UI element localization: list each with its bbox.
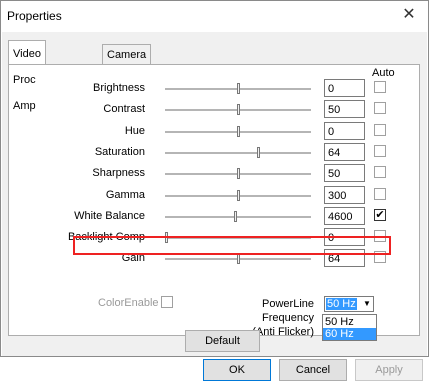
slider-thumb[interactable] [236, 83, 240, 94]
property-label: Sharpness [92, 167, 145, 180]
powerline-selected-value: 50 Hz [326, 298, 357, 310]
colorenable-label: ColorEnable [98, 297, 159, 309]
auto-checkbox[interactable] [374, 102, 386, 115]
property-row: White Balance 4600 ✔ [2, 206, 422, 227]
property-row: Contrast 50 [2, 100, 422, 120]
title-bar: Properties ✕ [1, 1, 428, 31]
window-title: Properties [7, 9, 62, 23]
property-row: Brightness 0 [2, 79, 422, 99]
property-label: White Balance [74, 209, 145, 222]
dropdown-option-50hz[interactable]: 50 Hz [323, 316, 376, 328]
property-label: Gamma [105, 188, 145, 201]
slider-thumb[interactable] [256, 146, 260, 158]
apply-button[interactable]: Apply [355, 359, 423, 381]
property-label: Brightness [93, 82, 145, 94]
close-icon[interactable]: ✕ [400, 6, 418, 24]
value-field[interactable]: 4600 [324, 206, 365, 225]
properties-window: Properties ✕ Video Proc Amp Camera Contr… [0, 0, 429, 381]
slider-thumb[interactable] [233, 210, 237, 222]
value-field[interactable]: 64 [324, 142, 365, 161]
auto-checkbox[interactable] [374, 144, 386, 157]
ok-button[interactable]: OK [203, 359, 271, 381]
dropdown-option-60hz[interactable]: 60 Hz [323, 328, 376, 340]
powerline-label-line1: PowerLine Frequency [262, 298, 314, 324]
property-row: Hue 0 [2, 121, 422, 142]
powerline-select[interactable]: 50 Hz ▼ [324, 296, 374, 312]
auto-checkbox[interactable] [374, 81, 386, 93]
slider-track[interactable] [165, 215, 311, 219]
property-row: Gamma 300 [2, 185, 422, 206]
auto-checkbox[interactable] [374, 166, 386, 179]
slider-thumb[interactable] [236, 189, 240, 201]
slider-thumb[interactable] [236, 104, 240, 116]
colorenable-checkbox[interactable] [161, 296, 173, 308]
tab-camera-control[interactable]: Camera Control [102, 44, 152, 81]
property-label: Contrast [103, 103, 145, 116]
slider-thumb[interactable] [236, 125, 240, 137]
default-button[interactable]: Default [185, 330, 260, 352]
value-field[interactable]: 300 [324, 185, 365, 204]
powerline-dropdown-list: 50 Hz 60 Hz [322, 314, 377, 341]
auto-checkbox[interactable] [374, 123, 386, 136]
slider-thumb[interactable] [236, 253, 240, 265]
auto-checkbox[interactable] [374, 187, 386, 200]
slider-track[interactable] [165, 151, 311, 155]
slider-thumb[interactable] [236, 168, 240, 180]
dialog-client: Video Proc Amp Camera Control Auto Brigh… [2, 32, 427, 381]
value-field[interactable]: 0 [324, 79, 365, 97]
auto-checkbox[interactable]: ✔ [374, 208, 386, 221]
value-field[interactable]: 0 [324, 121, 365, 140]
chevron-down-icon[interactable]: ▼ [362, 298, 372, 310]
property-row: Saturation 64 [2, 142, 422, 163]
value-field[interactable]: 50 [324, 164, 365, 183]
property-label: Hue [124, 124, 145, 137]
property-label: Saturation [94, 145, 145, 158]
white-balance-highlight [73, 236, 391, 255]
cancel-button[interactable]: Cancel [279, 359, 347, 381]
tab-video-proc-amp[interactable]: Video Proc Amp [8, 40, 46, 112]
value-field[interactable]: 50 [324, 100, 365, 119]
auto-column-header: Auto [372, 67, 395, 79]
property-row: Sharpness 50 [2, 164, 422, 184]
